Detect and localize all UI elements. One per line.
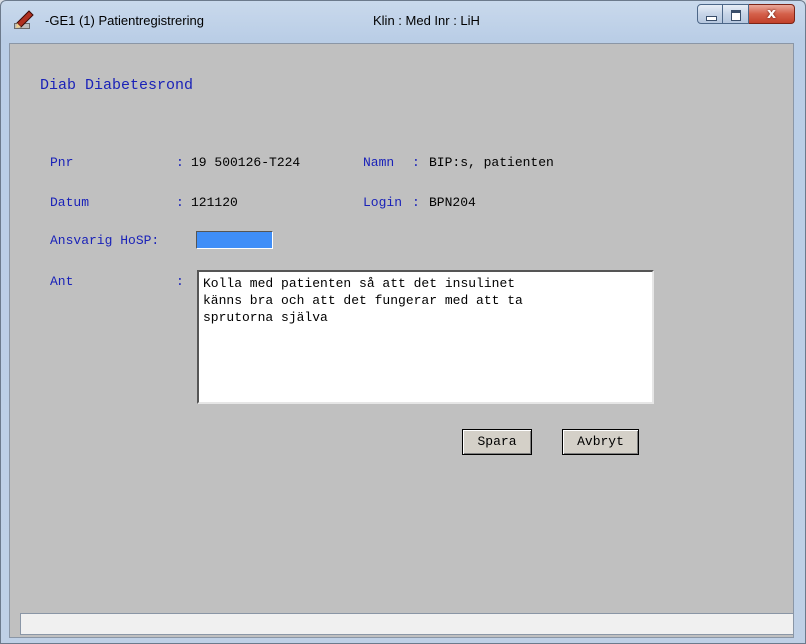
- status-bar: [20, 613, 794, 635]
- login-colon: :: [412, 195, 420, 210]
- application-window: -GE1 (1) Patientregistrering Klin : Med …: [0, 0, 806, 644]
- save-button[interactable]: Spara: [462, 429, 532, 455]
- hosp-input[interactable]: [196, 231, 273, 249]
- ant-textarea[interactable]: Kolla med patienten så att det insulinet…: [197, 270, 654, 404]
- datum-value: 121120: [191, 195, 238, 210]
- hosp-label: Ansvarig HoSP:: [50, 233, 160, 248]
- ant-colon: :: [176, 274, 184, 289]
- login-value: BPN204: [429, 195, 476, 210]
- namn-label: Namn: [363, 155, 395, 170]
- datum-colon: :: [176, 195, 184, 210]
- login-label: Login: [363, 195, 403, 210]
- namn-value: BIP:s, patienten: [429, 155, 554, 170]
- title-bar[interactable]: -GE1 (1) Patientregistrering Klin : Med …: [1, 1, 805, 43]
- app-pen-icon: [14, 10, 34, 29]
- maximize-button[interactable]: [723, 4, 749, 24]
- pnr-label: Pnr: [50, 155, 74, 170]
- window-context: Klin : Med Inr : LiH: [373, 13, 480, 28]
- close-button[interactable]: x: [749, 4, 795, 24]
- ant-label: Ant: [50, 274, 74, 289]
- form-panel: Diab Diabetesrond Pnr : 19 500126-T224 N…: [9, 43, 794, 638]
- close-icon: x: [766, 6, 777, 22]
- window-title: -GE1 (1) Patientregistrering: [45, 13, 204, 28]
- window-controls: x: [697, 4, 795, 26]
- namn-colon: :: [412, 155, 420, 170]
- minimize-icon: [706, 16, 717, 21]
- datum-label: Datum: [50, 195, 90, 210]
- form-title: Diab Diabetesrond: [40, 77, 194, 94]
- maximize-icon: [731, 10, 741, 21]
- pnr-colon: :: [176, 155, 184, 170]
- minimize-button[interactable]: [697, 4, 723, 24]
- cancel-button[interactable]: Avbryt: [562, 429, 639, 455]
- pnr-value: 19 500126-T224: [191, 155, 301, 170]
